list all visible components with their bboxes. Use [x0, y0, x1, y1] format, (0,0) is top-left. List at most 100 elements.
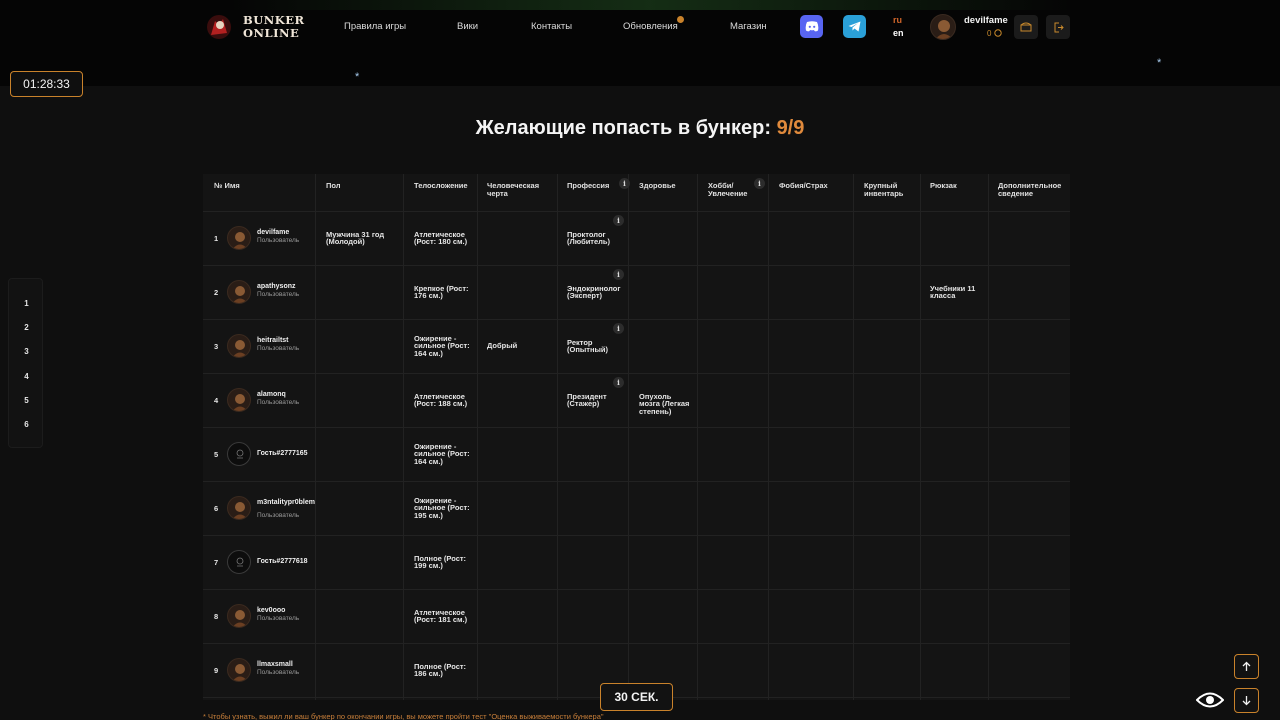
logout-button[interactable]: [1046, 15, 1070, 39]
coin-icon: [993, 29, 1002, 37]
pager-item-1[interactable]: 1: [9, 299, 44, 308]
column-header-backpack: Рюкзак: [930, 181, 957, 190]
survival-test-footnote[interactable]: * Чтобы узнать, выжил ли ваш бункер по о…: [203, 712, 604, 720]
player-name[interactable]: Гость#2777165: [257, 450, 313, 457]
profession-info-icon[interactable]: i: [613, 323, 624, 334]
header-glow: [230, 0, 1070, 10]
row-number: 1: [214, 234, 219, 243]
pager-item-3[interactable]: 3: [9, 347, 44, 356]
snowflake-icon: *: [355, 71, 360, 83]
logo-text-line-2: ONLINE: [243, 26, 300, 40]
profession-info-icon[interactable]: i: [613, 269, 624, 280]
player-role: Пользователь: [257, 345, 300, 352]
column-header-extra: Дополнительное сведение: [998, 181, 1062, 198]
info-icon[interactable]: i: [619, 178, 630, 189]
chest-button[interactable]: [1014, 15, 1038, 39]
avatar-image: [232, 286, 248, 303]
cell-body: Атлетическое (Рост: 181 см.): [414, 607, 468, 624]
pager-item-5[interactable]: 5: [9, 396, 44, 405]
player-name[interactable]: m3ntalitypr0blem: [257, 499, 315, 506]
row-number: 4: [214, 396, 219, 405]
player-avatar[interactable]: [227, 388, 251, 412]
column-header-health: Здоровье: [639, 181, 676, 190]
player-name[interactable]: heitrailtst: [257, 337, 313, 344]
eye-icon[interactable]: [1196, 690, 1224, 710]
cell-body: Атлетическое (Рост: 188 см.): [414, 391, 468, 408]
player-name[interactable]: apathysonz: [257, 283, 313, 290]
player-pager: 1 2 3 4 5 6: [8, 278, 43, 448]
discord-icon: [805, 21, 818, 32]
user-avatar[interactable]: [930, 14, 956, 40]
profession-info-icon[interactable]: i: [613, 377, 624, 388]
player-role: Пользователь: [257, 669, 300, 676]
player-name[interactable]: llmaxsmall: [257, 661, 313, 668]
site-logo[interactable]: BUNKER ONLINE: [205, 12, 305, 42]
row-number: 2: [214, 288, 219, 297]
guest-avatar[interactable]: [227, 550, 251, 574]
player-name[interactable]: kev0ooo: [257, 607, 313, 614]
avatar-image: [232, 340, 248, 357]
avatar-image: [232, 232, 248, 249]
player-avatar[interactable]: [227, 226, 251, 250]
scroll-down-button[interactable]: [1234, 688, 1259, 713]
page-title: Желающие попасть в бункер: 9/9: [0, 117, 1280, 140]
player-avatar[interactable]: [227, 658, 251, 682]
column-divider: [403, 174, 404, 700]
cell-body: Ожирение - сильное (Рост: 164 см.): [414, 441, 470, 466]
discord-button[interactable]: [800, 15, 823, 38]
cell-profession: Эндокринолог (Эксперт): [567, 283, 621, 300]
guest-avatar[interactable]: [227, 442, 251, 466]
column-divider: [628, 174, 629, 700]
player-name[interactable]: Гость#2777618: [257, 558, 313, 565]
cell-body: Атлетическое (Рост: 180 см.): [414, 229, 468, 246]
player-role: Пользователь: [257, 291, 300, 298]
row-number: 7: [214, 558, 219, 567]
cell-trait: Добрый: [487, 341, 518, 351]
lang-en[interactable]: en: [893, 28, 904, 38]
avatar-image: [232, 610, 248, 627]
avatar-image: [232, 394, 248, 411]
column-header-inventory: Крупный инвентарь: [864, 181, 904, 198]
player-name[interactable]: devilfame: [257, 229, 313, 236]
guest-icon: [236, 449, 244, 459]
player-role: Пользователь: [257, 399, 300, 406]
player-avatar[interactable]: [227, 334, 251, 358]
telegram-icon: [848, 21, 861, 32]
cell-backpack: Учебники 11 класса: [930, 283, 976, 300]
user-name[interactable]: devilfame: [964, 15, 1008, 26]
telegram-button[interactable]: [843, 15, 866, 38]
player-avatar[interactable]: [227, 496, 251, 520]
profession-info-icon[interactable]: i: [613, 215, 624, 226]
column-header-num-name: № Имя: [214, 181, 240, 190]
pager-item-4[interactable]: 4: [9, 372, 44, 381]
players-table: № Имя Пол Телосложение Человеческая черта Пр…: [203, 174, 1070, 700]
player-avatar[interactable]: [227, 604, 251, 628]
info-icon[interactable]: i: [754, 178, 765, 189]
pager-item-2[interactable]: 2: [9, 323, 44, 332]
nav-rules[interactable]: Правила игры: [344, 21, 406, 32]
row-divider: [203, 265, 1070, 266]
nav-updates[interactable]: Обновления: [623, 21, 678, 32]
arrow-up-icon: [1242, 661, 1251, 671]
seconds-button[interactable]: 30 СЕК.: [600, 683, 673, 711]
avatar-image: [935, 20, 953, 39]
player-name[interactable]: alamonq: [257, 391, 313, 398]
scroll-up-button[interactable]: [1234, 654, 1259, 679]
player-role: Пользователь: [257, 237, 300, 244]
column-divider: [920, 174, 921, 700]
column-header-phobia: Фобия/Страх: [779, 181, 828, 190]
player-avatar[interactable]: [227, 280, 251, 304]
player-role: Пользователь: [257, 512, 300, 519]
column-header-profession: Профессия: [567, 181, 610, 190]
site-header: BUNKER ONLINE Правила игры Вики Контакты…: [0, 0, 1280, 86]
column-header-sex: Пол: [326, 181, 341, 190]
pager-item-6[interactable]: 6: [9, 420, 44, 429]
nav-contacts[interactable]: Контакты: [531, 21, 572, 32]
nav-shop[interactable]: Магазин: [730, 21, 767, 32]
row-divider: [203, 535, 1070, 536]
lang-ru[interactable]: ru: [893, 15, 902, 25]
column-divider: [988, 174, 989, 700]
nav-wiki[interactable]: Вики: [457, 21, 478, 32]
avatar-image: [232, 502, 248, 519]
player-role: Пользователь: [257, 615, 300, 622]
